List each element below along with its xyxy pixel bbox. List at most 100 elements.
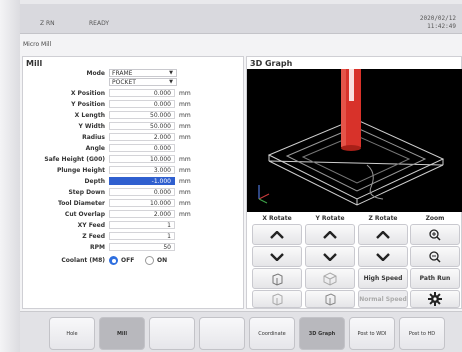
x-rotate-down-button[interactable]: [252, 246, 302, 267]
cube-iso-icon: [323, 271, 337, 286]
param-row: Tool Diameter 10.000 mm: [23, 199, 245, 208]
axis-status: Z RN: [40, 20, 55, 27]
screen: Z RN READY 2020/02/12 11:42:49 Micro Mil…: [20, 4, 462, 352]
settings-button[interactable]: [410, 290, 460, 308]
param-unit: mm: [179, 101, 191, 108]
param-unit: mm: [179, 178, 191, 185]
param-unit: mm: [179, 134, 191, 141]
date-text: 2020/02/12: [419, 15, 456, 22]
tab-empty-2[interactable]: [199, 317, 245, 350]
chevron-down-icon: ▼: [169, 70, 173, 76]
param-label: Angle: [85, 145, 105, 152]
chevron-down-icon: ▼: [169, 79, 173, 85]
status-bar: Z RN READY 2020/02/12 11:42:49: [20, 4, 462, 34]
param-label: Step Down: [68, 189, 105, 196]
view-side-button[interactable]: [305, 290, 355, 308]
graph-panel: 3D Graph X Rotate Y Rotate Z Rotate Zoom…: [246, 56, 462, 309]
z-rotate-down-button[interactable]: [358, 246, 408, 267]
graph-title: 3D Graph: [250, 59, 293, 68]
y-rotate-up-button[interactable]: [305, 224, 355, 245]
param-unit: mm: [179, 156, 191, 163]
view-iso-button[interactable]: [305, 268, 355, 289]
chevron-down-icon: [376, 252, 390, 261]
tab-post-to-hd[interactable]: Post to HD: [399, 317, 445, 350]
x-rotate-header: X Rotate: [262, 215, 292, 222]
tool-tip: [341, 145, 361, 151]
depth-field[interactable]: -1.000: [109, 177, 175, 185]
mode-select-pocket[interactable]: POCKET ▼: [109, 78, 177, 86]
param-label: RPM: [90, 244, 105, 251]
xy-feed-field[interactable]: 1: [109, 221, 175, 229]
param-row: Plunge Height 3.000 mm: [23, 166, 245, 175]
plunge-height-field[interactable]: 3.000: [109, 166, 175, 174]
angle-field[interactable]: 0.000: [109, 144, 175, 152]
y-position-field[interactable]: 0.000: [109, 100, 175, 108]
coolant-off-radio[interactable]: OFF: [109, 256, 134, 265]
view-front-button[interactable]: [252, 268, 302, 289]
radius-field[interactable]: 2.000: [109, 133, 175, 141]
param-row: Z Feed 1: [23, 232, 245, 241]
chevron-down-icon: [323, 252, 337, 261]
param-row: Safe Height (G00) 10.000 mm: [23, 155, 245, 164]
zoom-header: Zoom: [425, 215, 445, 222]
mode-label: Mode: [86, 70, 105, 77]
coolant-label: Coolant (M8): [61, 257, 105, 264]
zoom-in-button[interactable]: [410, 224, 460, 245]
coolant-row: Coolant (M8) OFF ON: [23, 256, 245, 265]
chevron-down-icon: [270, 252, 284, 261]
normal-speed-button[interactable]: Normal Speed: [358, 290, 408, 308]
cut-overlap-field[interactable]: 2.000: [109, 210, 175, 218]
tab-mill[interactable]: Mill: [99, 317, 145, 350]
device-bezel: [0, 0, 20, 352]
x-length-field[interactable]: 50.000: [109, 111, 175, 119]
coolant-on-label: ON: [157, 257, 168, 264]
param-row: Cut Overlap 2.000 mm: [23, 210, 245, 219]
param-label: Cut Overlap: [64, 211, 105, 218]
z-feed-field[interactable]: 1: [109, 232, 175, 240]
z-rotate-up-button[interactable]: [358, 224, 408, 245]
param-row: XY Feed 1: [23, 221, 245, 230]
mode-option-pocket: POCKET: [112, 79, 136, 86]
zoom-in-icon: [429, 228, 441, 241]
z-rotate-header: Z Rotate: [368, 215, 398, 222]
path-run-button[interactable]: Path Run: [410, 268, 460, 289]
safe-height-g00-field[interactable]: 10.000: [109, 155, 175, 163]
rpm-field[interactable]: 50: [109, 243, 175, 251]
param-row: Radius 2.000 mm: [23, 133, 245, 142]
tool-diameter-field[interactable]: 10.000: [109, 199, 175, 207]
tab-coordinate[interactable]: Coordinate: [249, 317, 295, 350]
zoom-out-button[interactable]: [410, 246, 460, 267]
y-width-field[interactable]: 50.000: [109, 122, 175, 130]
param-label: Y Width: [78, 123, 105, 130]
param-row: Angle 0.000: [23, 144, 245, 153]
param-label: Tool Diameter: [58, 200, 105, 207]
param-unit: mm: [179, 123, 191, 130]
coolant-off-label: OFF: [121, 257, 135, 264]
cube-top-icon: [272, 292, 283, 306]
chevron-up-icon: [323, 230, 337, 239]
param-label: Z Feed: [82, 233, 105, 240]
tab-empty-1[interactable]: [149, 317, 195, 350]
bottom-tab-bar: Hole Mill Coordinate 3D Graph Post to WD…: [20, 311, 462, 352]
param-label: Depth: [84, 178, 105, 185]
graph-viewport[interactable]: [247, 69, 462, 212]
machine-state: READY: [89, 20, 110, 27]
tab-post-to-wdi[interactable]: Post to WDI: [349, 317, 395, 350]
cube-side-icon: [325, 292, 336, 306]
param-unit: mm: [179, 200, 191, 207]
high-speed-button[interactable]: High Speed: [358, 268, 408, 289]
coolant-on-radio[interactable]: ON: [145, 256, 167, 265]
zoom-out-icon: [429, 250, 441, 263]
tab-3d-graph[interactable]: 3D Graph: [299, 317, 345, 350]
breadcrumb: Micro Mill: [23, 41, 52, 48]
step-down-field[interactable]: 0.000: [109, 188, 175, 196]
param-label: Radius: [82, 134, 105, 141]
mode-option-frame: FRAME: [112, 70, 133, 77]
tab-hole[interactable]: Hole: [49, 317, 95, 350]
y-rotate-down-button[interactable]: [305, 246, 355, 267]
x-position-field[interactable]: 0.000: [109, 89, 175, 97]
param-label: X Length: [74, 112, 105, 119]
view-top-button[interactable]: [252, 290, 302, 308]
x-rotate-up-button[interactable]: [252, 224, 302, 245]
mode-select-frame[interactable]: FRAME ▼: [109, 69, 177, 77]
